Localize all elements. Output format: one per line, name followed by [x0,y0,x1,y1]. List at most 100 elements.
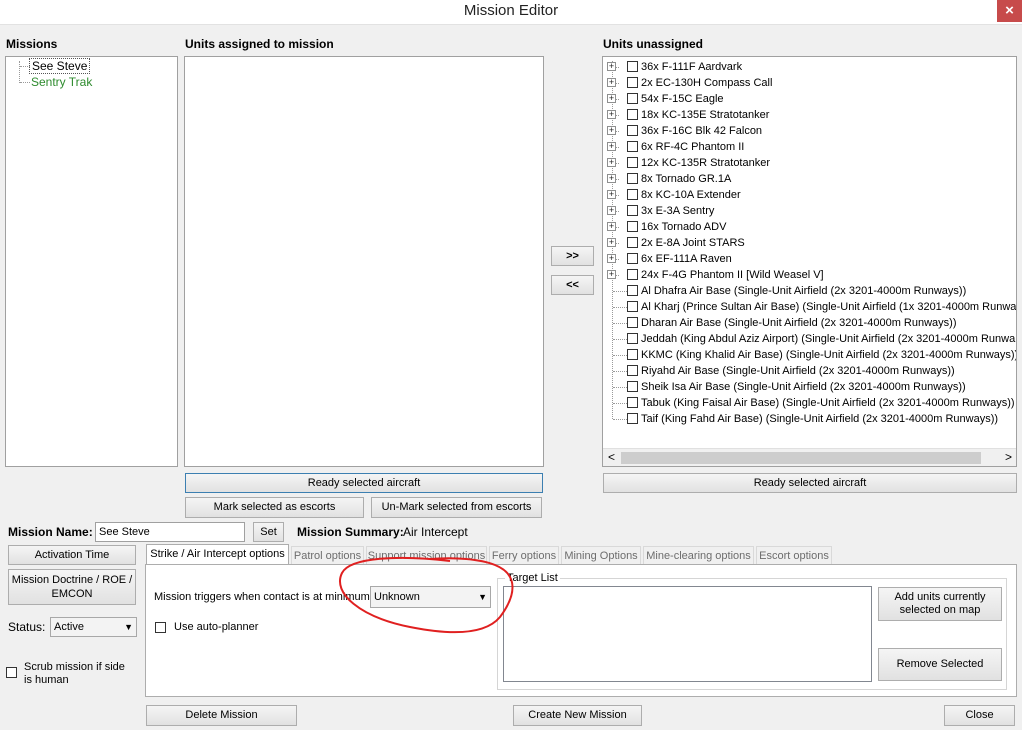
unit-tree-row[interactable]: +3x E-3A Sentry [603,203,1016,219]
unassigned-units-tree[interactable]: +36x F-111F Aardvark +2x EC-130H Compass … [602,56,1017,467]
unit-checkbox[interactable] [627,189,638,200]
unit-checkbox[interactable] [627,157,638,168]
remove-from-mission-button[interactable]: << [551,275,594,295]
unit-checkbox[interactable] [627,253,638,264]
add-to-mission-button[interactable]: >> [551,246,594,266]
unit-checkbox[interactable] [627,93,638,104]
horizontal-scrollbar[interactable]: < > [603,448,1016,466]
unit-label: 8x KC-10A Extender [641,189,741,201]
missions-tree[interactable]: See Steve Sentry Trak [5,56,178,467]
unit-tree-row[interactable]: +16x Tornado ADV [603,219,1016,235]
scroll-right-arrow-icon[interactable]: > [1005,450,1012,464]
create-new-mission-button[interactable]: Create New Mission [513,705,642,726]
unit-tree-row[interactable]: Dharan Air Base (Single-Unit Airfield (2… [603,315,1016,331]
window-close-button[interactable]: × [997,0,1022,22]
unit-checkbox[interactable] [627,205,638,216]
unit-checkbox[interactable] [627,413,638,424]
unit-checkbox[interactable] [627,285,638,296]
unit-checkbox[interactable] [627,173,638,184]
expand-plus-icon[interactable]: + [607,174,616,183]
tree-line [613,339,627,340]
expand-plus-icon[interactable]: + [607,158,616,167]
scrub-mission-checkbox[interactable] [6,667,17,678]
unit-checkbox[interactable] [627,109,638,120]
assigned-units-list[interactable] [184,56,544,467]
expand-plus-icon[interactable]: + [607,254,616,263]
tab-escort[interactable]: Escort options [756,546,832,564]
tab-mining[interactable]: Mining Options [561,546,641,564]
set-name-button[interactable]: Set [253,522,284,542]
unit-tree-row[interactable]: Taif (King Fahd Air Base) (Single-Unit A… [603,411,1016,427]
unit-tree-row[interactable]: Al Kharj (Prince Sultan Air Base) (Singl… [603,299,1016,315]
unit-tree-row[interactable]: Jeddah (King Abdul Aziz Airport) (Single… [603,331,1016,347]
unit-label: Al Dhafra Air Base (Single-Unit Airfield… [641,285,967,297]
mission-doctrine-button[interactable]: Mission Doctrine / ROE / EMCON [8,569,136,605]
unit-checkbox[interactable] [627,349,638,360]
expand-plus-icon[interactable]: + [607,222,616,231]
remove-selected-button[interactable]: Remove Selected [878,648,1002,681]
unit-tree-row[interactable]: +36x F-111F Aardvark [603,59,1016,75]
unit-checkbox[interactable] [627,301,638,312]
unit-checkbox[interactable] [627,125,638,136]
unit-tree-row[interactable]: +54x F-15C Eagle [603,91,1016,107]
window-title: Mission Editor [463,2,559,19]
ready-selected-aircraft-button-left[interactable]: Ready selected aircraft [185,473,543,493]
unit-checkbox[interactable] [627,333,638,344]
expand-plus-icon[interactable]: + [607,94,616,103]
unit-tree-row[interactable]: Riyahd Air Base (Single-Unit Airfield (2… [603,363,1016,379]
ready-selected-aircraft-button-right[interactable]: Ready selected aircraft [603,473,1017,493]
close-button[interactable]: Close [944,705,1015,726]
unit-tree-row[interactable]: +24x F-4G Phantom II [Wild Weasel V] [603,267,1016,283]
unit-tree-row[interactable]: Tabuk (King Faisal Air Base) (Single-Uni… [603,395,1016,411]
expand-plus-icon[interactable]: + [607,62,616,71]
mission-name-input[interactable]: See Steve [95,522,245,542]
expand-plus-icon[interactable]: + [607,238,616,247]
unit-checkbox[interactable] [627,317,638,328]
expand-plus-icon[interactable]: + [607,142,616,151]
mission-item-sentry-trak[interactable]: Sentry Trak [31,75,92,89]
unit-tree-row[interactable]: +6x RF-4C Phantom II [603,139,1016,155]
unit-checkbox[interactable] [627,77,638,88]
scroll-left-arrow-icon[interactable]: < [608,450,615,464]
unit-checkbox[interactable] [627,61,638,72]
unmark-escorts-button[interactable]: Un-Mark selected from escorts [371,497,542,518]
unit-tree-row[interactable]: Sheik Isa Air Base (Single-Unit Airfield… [603,379,1016,395]
expand-plus-icon[interactable]: + [607,110,616,119]
unit-checkbox[interactable] [627,237,638,248]
expand-plus-icon[interactable]: + [607,270,616,279]
expand-plus-icon[interactable]: + [607,190,616,199]
status-select[interactable]: Active ▼ [50,617,137,637]
expand-plus-icon[interactable]: + [607,78,616,87]
auto-planner-checkbox[interactable] [155,622,166,633]
unit-tree-row[interactable]: +2x E-8A Joint STARS [603,235,1016,251]
unit-tree-row[interactable]: Al Dhafra Air Base (Single-Unit Airfield… [603,283,1016,299]
unit-tree-row[interactable]: +2x EC-130H Compass Call [603,75,1016,91]
scrollbar-thumb[interactable] [621,452,981,464]
unit-label: 3x E-3A Sentry [641,205,715,217]
unit-checkbox[interactable] [627,141,638,152]
add-units-on-map-button[interactable]: Add units currently selected on map [878,587,1002,621]
unit-tree-row[interactable]: +12x KC-135R Stratotanker [603,155,1016,171]
tab-mine-clearing[interactable]: Mine-clearing options [643,546,754,564]
unit-tree-row[interactable]: KKMC (King Khalid Air Base) (Single-Unit… [603,347,1016,363]
target-list-box[interactable] [503,586,872,682]
delete-mission-button[interactable]: Delete Mission [146,705,297,726]
expand-plus-icon[interactable]: + [607,126,616,135]
mark-escorts-button[interactable]: Mark selected as escorts [185,497,364,518]
unit-tree-row[interactable]: +8x KC-10A Extender [603,187,1016,203]
unit-checkbox[interactable] [627,365,638,376]
unit-label: 36x F-16C Blk 42 Falcon [641,125,763,137]
unit-tree-row[interactable]: +18x KC-135E Stratotanker [603,107,1016,123]
unit-tree-row[interactable]: +6x EF-111A Raven [603,251,1016,267]
unit-checkbox[interactable] [627,381,638,392]
unit-tree-row[interactable]: +8x Tornado GR.1A [603,171,1016,187]
tab-strike-air-intercept[interactable]: Strike / Air Intercept options [146,544,289,565]
unit-tree-row[interactable]: +36x F-16C Blk 42 Falcon [603,123,1016,139]
activation-time-button[interactable]: Activation Time [8,545,136,565]
unit-label: 36x F-111F Aardvark [641,61,743,73]
unit-checkbox[interactable] [627,397,638,408]
mission-item-see-steve[interactable]: See Steve [29,58,91,74]
unit-checkbox[interactable] [627,221,638,232]
expand-plus-icon[interactable]: + [607,206,616,215]
unit-checkbox[interactable] [627,269,638,280]
